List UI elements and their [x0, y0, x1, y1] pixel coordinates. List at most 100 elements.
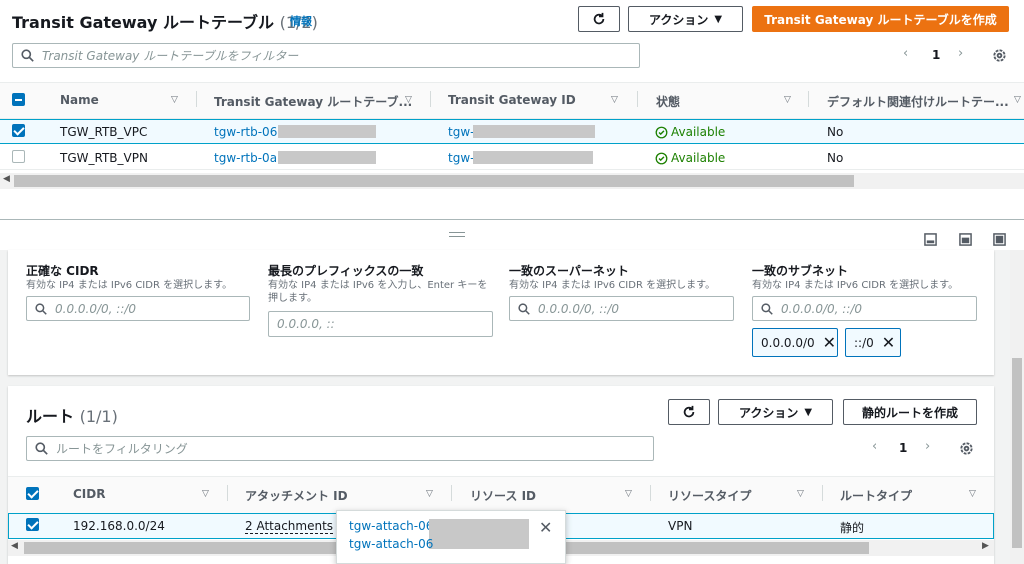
close-icon[interactable]: ✕ [882, 333, 895, 352]
sort-icon[interactable]: ▽ [625, 489, 632, 499]
row-name: TGW_RTB_VPN [60, 151, 148, 165]
token-label: 0.0.0.0/0 [761, 335, 815, 350]
col-divider [822, 485, 823, 501]
sort-icon[interactable]: ▽ [611, 95, 618, 105]
supernet-input[interactable]: 0.0.0.0/0, ::/0 [509, 296, 734, 321]
row-default: No [827, 151, 844, 165]
scrollbar-thumb[interactable] [1012, 358, 1022, 548]
row-state-text: Available [671, 125, 726, 139]
routes-actions-button[interactable]: アクション ▼ [718, 399, 833, 425]
row-tgw-link[interactable]: tgw- [448, 125, 474, 139]
col-resource-id-header[interactable]: リソース ID [470, 487, 536, 504]
attachment-link[interactable]: tgw-attach-06 [349, 537, 433, 551]
row-checkbox[interactable] [26, 518, 39, 531]
row-default: No [827, 125, 844, 139]
status-ok-icon [655, 126, 668, 138]
routes-select-all-checkbox[interactable] [26, 487, 39, 500]
gear-icon[interactable] [959, 441, 974, 456]
col-name-header[interactable]: Name [60, 93, 99, 107]
token-label: ::/0 [854, 335, 874, 350]
row-checkbox[interactable] [12, 124, 25, 137]
sort-icon[interactable]: ▽ [797, 489, 804, 499]
sort-icon[interactable]: ▽ [1014, 95, 1021, 105]
panel-side-icon[interactable] [959, 233, 972, 246]
route-table-filter-input[interactable]: Transit Gateway ルートテーブルをフィルター [12, 43, 640, 68]
info-link[interactable]: 情報 [290, 13, 312, 29]
vertical-scrollbar[interactable] [1010, 250, 1024, 564]
sort-icon[interactable]: ▽ [784, 95, 791, 105]
prev-page-icon[interactable]: ‹ [903, 46, 908, 61]
col-divider [637, 91, 638, 107]
page-number[interactable]: 1 [899, 441, 907, 455]
routes-title-text: ルート [26, 407, 75, 426]
row-checkbox[interactable] [12, 150, 25, 163]
longest-prefix-input[interactable]: 0.0.0.0, :: [268, 311, 493, 337]
redacted-block [278, 125, 376, 138]
actions-label: アクション [648, 12, 709, 27]
panel-full-icon[interactable] [993, 233, 1006, 246]
refresh-button[interactable] [578, 6, 620, 32]
attachments-popover-trigger[interactable]: 2 Attachments [245, 519, 334, 534]
select-all-checkbox[interactable] [12, 93, 25, 106]
subnet-input[interactable]: 0.0.0.0/0, ::/0 [752, 296, 977, 321]
sort-icon[interactable]: ▽ [426, 489, 433, 499]
scroll-left-icon[interactable]: ◀ [3, 174, 10, 184]
row-tgw-link[interactable]: tgw- [448, 151, 474, 165]
exact-cidr-input[interactable]: 0.0.0.0/0, ::/0 [26, 296, 250, 321]
next-page-icon[interactable]: › [958, 46, 963, 61]
routes-refresh-button[interactable] [668, 399, 710, 425]
scrollbar-thumb[interactable] [14, 175, 854, 187]
col-resource-type-header[interactable]: リソースタイプ [668, 487, 751, 504]
prev-page-icon[interactable]: ‹ [872, 439, 877, 454]
scroll-left-icon[interactable]: ◀ [11, 541, 18, 551]
close-icon[interactable]: ✕ [539, 518, 552, 537]
filter-label-supernet: 一致のスーパーネット [509, 264, 629, 278]
split-panel-divider[interactable] [0, 219, 1024, 220]
row-state: Available [655, 151, 725, 165]
create-static-route-button[interactable]: 静的ルートを作成 [843, 399, 977, 425]
page-title: Transit Gateway ルートテーブル (1/2) [12, 9, 318, 33]
col-cidr-header[interactable]: CIDR [73, 487, 105, 501]
col-attachment-header[interactable]: アタッチメント ID [245, 487, 348, 504]
row-route-type: 静的 [840, 521, 865, 535]
redacted-block [473, 151, 593, 164]
filter-token: 0.0.0.0/0 ✕ [752, 328, 838, 357]
next-page-icon[interactable]: › [925, 439, 930, 454]
scroll-right-icon[interactable]: ▶ [982, 541, 989, 551]
sort-icon[interactable]: ▽ [202, 489, 209, 499]
col-default-header[interactable]: デフォルト関連付けルートテー... [827, 93, 1009, 110]
row-name: TGW_RTB_VPC [60, 125, 148, 139]
refresh-icon [683, 405, 695, 418]
row-state: Available [655, 125, 725, 139]
row-rtb-link[interactable]: tgw-rtb-0a [214, 151, 277, 165]
actions-dropdown-button[interactable]: アクション ▼ [628, 6, 743, 32]
refresh-icon [593, 12, 605, 25]
filter-placeholder: Transit Gateway ルートテーブルをフィルター [42, 49, 299, 63]
drag-handle-icon[interactable] [449, 232, 465, 237]
routes-filter-input[interactable]: ルートをフィルタリング [26, 436, 654, 461]
caret-down-icon: ▼ [714, 13, 723, 25]
sort-icon[interactable]: ▽ [969, 489, 976, 499]
col-rtb-header[interactable]: Transit Gateway ルートテーブ... [214, 93, 412, 110]
page-number[interactable]: 1 [932, 48, 940, 62]
gear-icon[interactable] [992, 48, 1007, 63]
row-resource-type: VPN [668, 519, 693, 533]
attachment-link[interactable]: tgw-attach-06 [349, 519, 433, 533]
close-icon[interactable]: ✕ [823, 333, 836, 352]
col-state-header[interactable]: 状態 [656, 93, 680, 110]
filter-desc-supernet: 有効な IP4 または IPv6 CIDR を選択します。 [509, 280, 716, 291]
horizontal-scrollbar[interactable]: ◀ [0, 173, 1024, 189]
sort-icon[interactable]: ▽ [171, 95, 178, 105]
placeholder: 0.0.0.0/0, ::/0 [781, 301, 863, 316]
placeholder: 0.0.0.0, :: [277, 317, 335, 331]
search-icon [518, 302, 530, 315]
filter-token: ::/0 ✕ [845, 328, 901, 357]
col-route-type-header[interactable]: ルートタイプ [840, 487, 912, 504]
sort-icon[interactable]: ▽ [405, 95, 412, 105]
actions-label: アクション [738, 405, 799, 420]
filter-placeholder: ルートをフィルタリング [56, 442, 188, 456]
row-rtb-link[interactable]: tgw-rtb-06 [214, 125, 277, 139]
col-tgw-header[interactable]: Transit Gateway ID [448, 93, 576, 107]
create-route-table-button[interactable]: Transit Gateway ルートテーブルを作成 [752, 6, 1009, 32]
panel-bottom-icon[interactable] [924, 233, 937, 246]
